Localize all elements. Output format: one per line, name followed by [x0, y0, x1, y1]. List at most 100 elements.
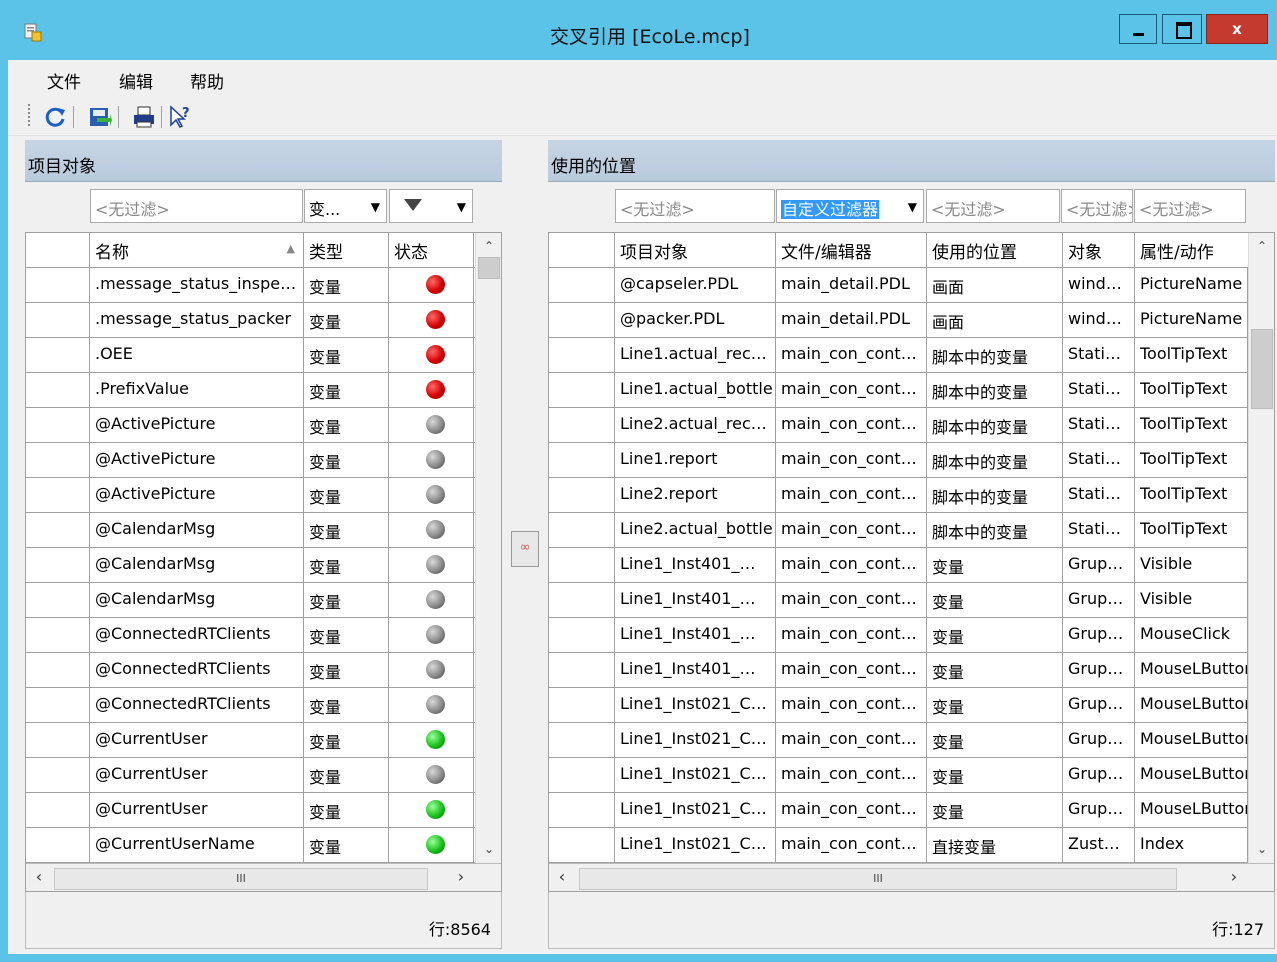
- location-filter[interactable]: <无过滤>: [926, 189, 1060, 223]
- target-filter[interactable]: <无过滤>: [1061, 189, 1133, 223]
- table-row[interactable]: .message_status_packer 变量: [26, 303, 475, 338]
- export-icon[interactable]: [88, 105, 112, 129]
- panel-title: 使用的位置: [548, 140, 1275, 182]
- vertical-scrollbar[interactable]: ⌃ ⌄: [1248, 233, 1274, 864]
- name-filter[interactable]: <无过滤>: [90, 189, 303, 223]
- target-cell: Grup…: [1063, 723, 1135, 758]
- col-type[interactable]: 类型: [304, 233, 389, 268]
- table-row[interactable]: Line1.actual_rec… main_con_cont… 脚本中的变量 Sta…: [549, 338, 1248, 373]
- print-icon[interactable]: [132, 105, 156, 129]
- help-pointer-icon[interactable]: ?: [168, 105, 192, 129]
- scroll-left-icon[interactable]: ‹: [28, 867, 50, 891]
- table-row[interactable]: .PrefixValue 变量: [26, 373, 475, 408]
- chevron-down-icon: ▼: [370, 200, 380, 214]
- location-cell: 脚本中的变量: [927, 478, 1063, 513]
- table-row[interactable]: .message_status_inspe… 变量: [26, 268, 475, 303]
- object-cell: Line1_Inst021_C…: [615, 828, 776, 863]
- table-row[interactable]: Line1_Inst401_… main_con_cont… 变量 Grup… Visi…: [549, 548, 1248, 583]
- status-cell: [389, 828, 474, 863]
- scroll-up-icon[interactable]: ⌃: [476, 235, 501, 259]
- table-row[interactable]: @CalendarMsg 变量: [26, 513, 475, 548]
- table-row[interactable]: .OEE 变量: [26, 338, 475, 373]
- table-row[interactable]: @ActivePicture 变量: [26, 478, 475, 513]
- table-row[interactable]: @capseler.PDL main_detail.PDL 画面 wind… Pictu…: [549, 268, 1248, 303]
- table-row[interactable]: Line1_Inst401_… main_con_cont… 变量 Grup… Mous…: [549, 653, 1248, 688]
- col-status[interactable]: 状态: [389, 233, 474, 268]
- col-name[interactable]: 名称 ▲: [90, 233, 304, 268]
- hscroll-thumb[interactable]: III: [54, 868, 428, 890]
- scroll-thumb[interactable]: [1251, 329, 1273, 409]
- table-row[interactable]: @CurrentUser 变量: [26, 723, 475, 758]
- table-row[interactable]: Line2.actual_rec… main_con_cont… 脚本中的变量 Sta…: [549, 408, 1248, 443]
- table-row[interactable]: @ConnectedRTClients 变量: [26, 618, 475, 653]
- table-row[interactable]: Line1.report main_con_cont… 脚本中的变量 Stati… To…: [549, 443, 1248, 478]
- table-row[interactable]: @ActivePicture 变量: [26, 443, 475, 478]
- refresh-icon[interactable]: [43, 105, 67, 129]
- menu-edit[interactable]: 编辑: [119, 68, 153, 93]
- status-gray-icon: [426, 590, 445, 609]
- toolbar-grip[interactable]: [28, 104, 30, 126]
- type-cell: 变量: [304, 373, 389, 408]
- row-header-cell: [26, 548, 90, 583]
- scroll-right-icon[interactable]: ›: [450, 867, 472, 891]
- row-header-cell: [549, 793, 615, 828]
- property-cell: Visible: [1135, 583, 1248, 618]
- table-row[interactable]: Line1_Inst021_C… main_con_cont… 变量 Grup… Mou…: [549, 688, 1248, 723]
- status-red-icon: [426, 345, 445, 364]
- minimize-button[interactable]: [1119, 14, 1157, 44]
- table-row[interactable]: Line1.actual_bottle main_con_cont… 脚本中的变量 S…: [549, 373, 1248, 408]
- horizontal-scrollbar[interactable]: ‹ III ›: [549, 863, 1274, 891]
- menu-help[interactable]: 帮助: [190, 68, 224, 93]
- editor-cell: main_con_cont…: [776, 373, 927, 408]
- row-header-cell: [549, 373, 615, 408]
- object-filter[interactable]: <无过滤>: [615, 189, 775, 223]
- table-row[interactable]: @ConnectedRTClients 变量: [26, 688, 475, 723]
- table-row[interactable]: @packer.PDL main_detail.PDL 画面 wind… Picture…: [549, 303, 1248, 338]
- scroll-left-icon[interactable]: ‹: [551, 867, 573, 891]
- scroll-right-icon[interactable]: ›: [1223, 867, 1245, 891]
- col-property[interactable]: 属性/动作: [1135, 233, 1249, 268]
- scroll-thumb[interactable]: [478, 257, 500, 279]
- link-panels-button[interactable]: ∞: [511, 531, 539, 567]
- type-cell: 变量: [304, 548, 389, 583]
- row-header-cell: [26, 653, 90, 688]
- table-row[interactable]: Line1_Inst021_C… main_con_cont… 变量 Grup… Mou…: [549, 758, 1248, 793]
- table-row[interactable]: Line2.report main_con_cont… 脚本中的变量 Stati… To…: [549, 478, 1248, 513]
- table-row[interactable]: Line1_Inst021_C… main_con_cont… 直接变量 Zust… I…: [549, 828, 1248, 863]
- table-row[interactable]: @CurrentUser 变量: [26, 793, 475, 828]
- editor-filter[interactable]: 自定义过滤器 ▼: [776, 189, 924, 223]
- table-row[interactable]: @ConnectedRTClients 变量: [26, 653, 475, 688]
- table-row[interactable]: Line1_Inst021_C… main_con_cont… 变量 Grup… Mou…: [549, 723, 1248, 758]
- table-row[interactable]: @ActivePicture 变量: [26, 408, 475, 443]
- type-filter[interactable]: 变... ▼: [304, 189, 387, 223]
- close-button[interactable]: x: [1206, 14, 1268, 44]
- property-cell: ToolTipText: [1135, 408, 1248, 443]
- horizontal-scrollbar[interactable]: ‹ III ›: [26, 863, 501, 891]
- col-target[interactable]: 对象: [1063, 233, 1135, 268]
- col-object[interactable]: 项目对象: [615, 233, 776, 268]
- title-bar[interactable]: 交叉引用 [EcoLe.mcp] x: [0, 0, 1277, 60]
- hscroll-thumb[interactable]: III: [579, 868, 1177, 890]
- property-filter[interactable]: <无过滤>: [1134, 189, 1246, 223]
- vertical-scrollbar[interactable]: ⌃ ⌄: [475, 233, 501, 864]
- property-cell: MouseLButtonD: [1135, 653, 1248, 688]
- table-row[interactable]: @CalendarMsg 变量: [26, 583, 475, 618]
- table-row[interactable]: @CalendarMsg 变量: [26, 548, 475, 583]
- table-row[interactable]: Line1_Inst021_C… main_con_cont… 变量 Grup… Mou…: [549, 793, 1248, 828]
- property-cell: MouseLButtonD: [1135, 723, 1248, 758]
- table-row[interactable]: Line1_Inst401_… main_con_cont… 变量 Grup… Mous…: [549, 618, 1248, 653]
- maximize-button[interactable]: [1162, 14, 1202, 44]
- status-filter[interactable]: ▼: [389, 189, 473, 223]
- status-red-icon: [426, 380, 445, 399]
- col-editor[interactable]: 文件/编辑器: [776, 233, 927, 268]
- scroll-down-icon[interactable]: ⌄: [476, 838, 501, 862]
- scroll-down-icon[interactable]: ⌄: [1249, 838, 1274, 862]
- col-location[interactable]: 使用的位置: [927, 233, 1063, 268]
- table-row[interactable]: @CurrentUser 变量: [26, 758, 475, 793]
- status-cell: [389, 793, 474, 828]
- table-row[interactable]: Line2.actual_bottle main_con_cont… 脚本中的变量 S…: [549, 513, 1248, 548]
- table-row[interactable]: Line1_Inst401_… main_con_cont… 变量 Grup… Visi…: [549, 583, 1248, 618]
- scroll-up-icon[interactable]: ⌃: [1249, 235, 1274, 259]
- table-row[interactable]: @CurrentUserName 变量: [26, 828, 475, 863]
- menu-file[interactable]: 文件: [47, 68, 81, 93]
